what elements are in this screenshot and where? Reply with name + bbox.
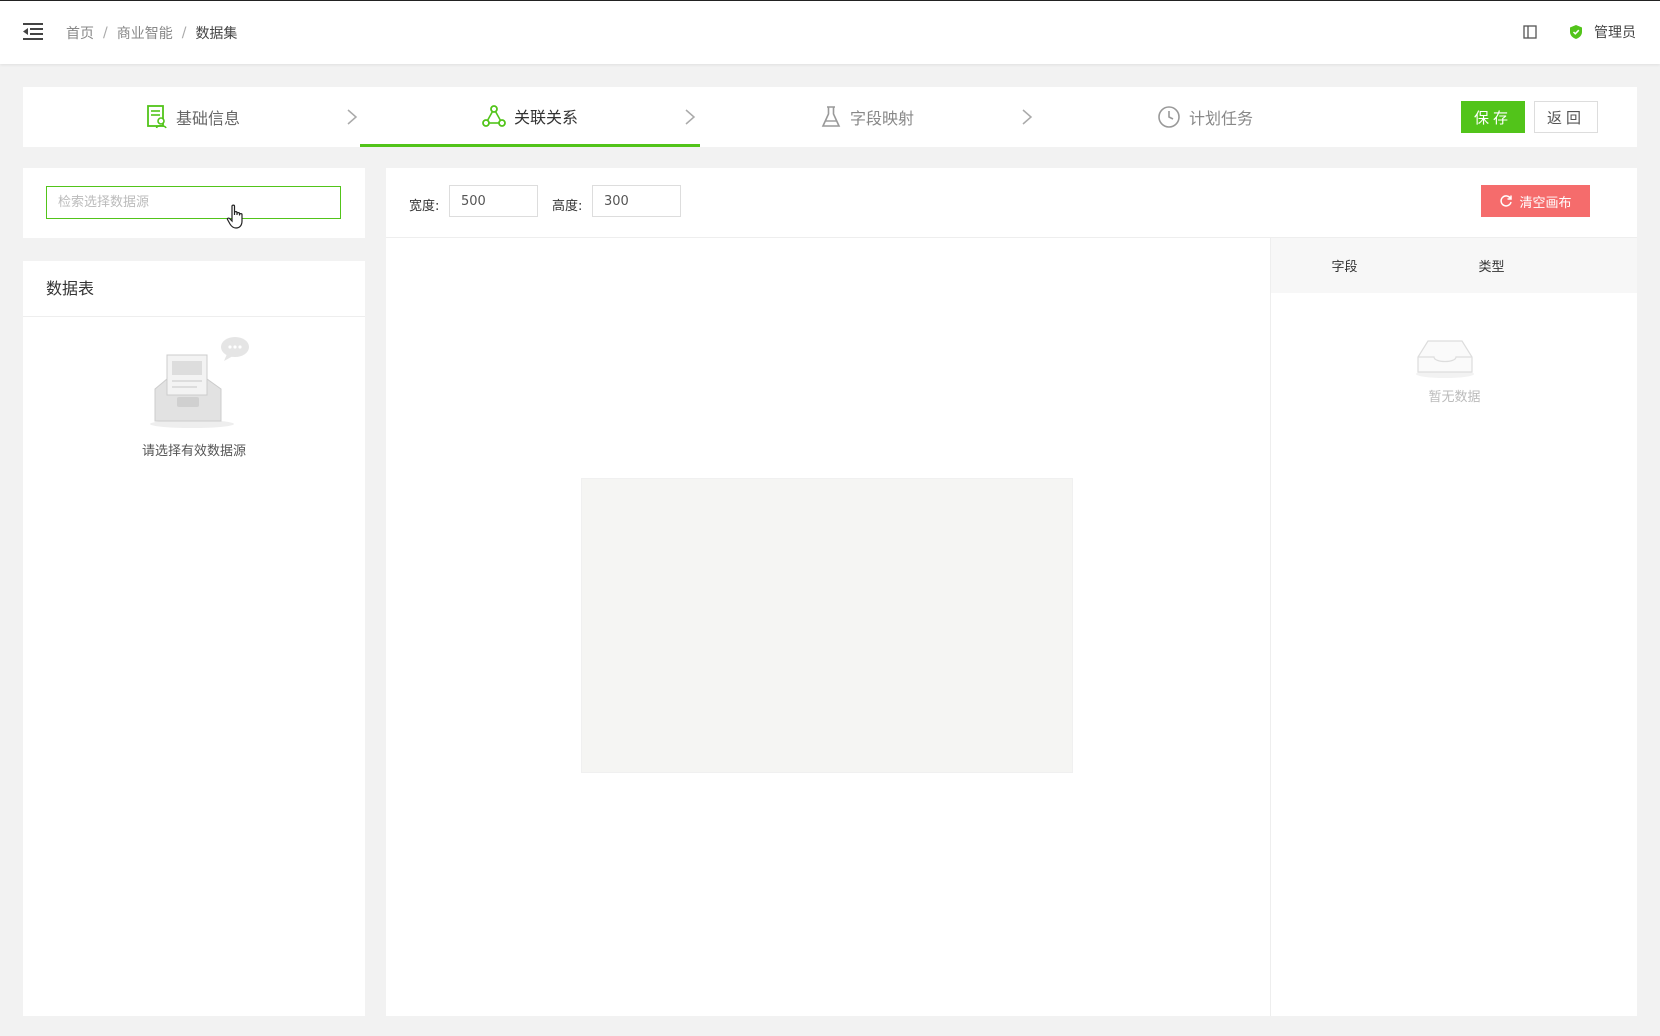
breadcrumb-separator: /: [103, 25, 108, 41]
clock-icon: [1158, 106, 1180, 128]
refresh-icon: [1500, 195, 1513, 207]
hand-cursor-icon: [226, 204, 243, 229]
back-button[interactable]: 返回: [1534, 101, 1598, 133]
shield-icon: [1570, 25, 1582, 39]
user-name[interactable]: 管理员: [1594, 22, 1636, 42]
breadcrumb-bi[interactable]: 商业智能: [117, 23, 173, 43]
chevron-right-icon: [1022, 109, 1033, 125]
breadcrumb-dataset: 数据集: [195, 26, 238, 42]
step-schedule[interactable]: 计划任务: [1035, 87, 1375, 147]
field-table-header: 字段 类型: [1271, 238, 1637, 293]
chevron-right-icon: [685, 109, 696, 125]
canvas-toolbar: 宽度: 高度: 清空画布: [386, 168, 1637, 238]
step-label: 计划任务: [1188, 109, 1253, 128]
step-field-mapping[interactable]: 字段映射: [697, 87, 1037, 147]
data-tables-panel: 数据表 请选择有效数据源: [23, 261, 365, 1016]
datasource-search-panel: [23, 168, 365, 238]
datasource-search-input[interactable]: [46, 186, 341, 219]
steps-bar: 基础信息 关联关系 字段映射 计划任务 保存 返回: [23, 87, 1637, 147]
step-label: 关联关系: [513, 107, 578, 127]
empty-inbox-illustration-icon: [150, 337, 249, 428]
breadcrumb-home[interactable]: 首页: [66, 23, 94, 43]
field-column-header: 字段: [1331, 260, 1358, 275]
menu-fold-icon[interactable]: [22, 21, 44, 41]
clear-canvas-button[interactable]: 清空画布: [1481, 185, 1590, 217]
relation-canvas[interactable]: [386, 238, 1270, 1016]
relation-graph-icon: [482, 104, 506, 127]
empty-datasource-text: 请选择有效数据源: [141, 444, 246, 459]
chevron-right-icon: [347, 109, 358, 125]
empty-inbox-icon: [1416, 340, 1474, 378]
height-label: 高度:: [552, 199, 583, 214]
flask-icon: [821, 106, 841, 127]
step-relations[interactable]: 关联关系: [360, 87, 700, 147]
header-right: 管理员: [1522, 22, 1636, 42]
breadcrumb: 首页 / 商业智能 / 数据集: [66, 23, 237, 43]
save-button[interactable]: 保存: [1461, 101, 1525, 133]
width-label: 宽度:: [409, 199, 440, 214]
top-header: 首页 / 商业智能 / 数据集 管理员: [0, 0, 1660, 64]
step-basic-info[interactable]: 基础信息: [23, 87, 363, 147]
no-data-text: 暂无数据: [1428, 390, 1481, 405]
layout-icon[interactable]: [1522, 24, 1538, 40]
type-column-header: 类型: [1478, 260, 1505, 275]
height-input[interactable]: [592, 185, 681, 217]
width-input[interactable]: [449, 185, 538, 217]
relations-main-panel: 宽度: 高度: 清空画布 字段 类型 暂无数据: [386, 168, 1637, 1016]
canvas-drawing-area[interactable]: [581, 478, 1073, 773]
clear-canvas-label: 清空画布: [1519, 195, 1572, 211]
step-label: 字段映射: [849, 109, 914, 128]
data-tables-title: 数据表: [23, 261, 365, 317]
document-user-icon: [147, 105, 167, 129]
step-label: 基础信息: [175, 109, 240, 128]
breadcrumb-separator: /: [181, 25, 187, 41]
field-list-panel: 字段 类型 暂无数据: [1270, 238, 1637, 1016]
